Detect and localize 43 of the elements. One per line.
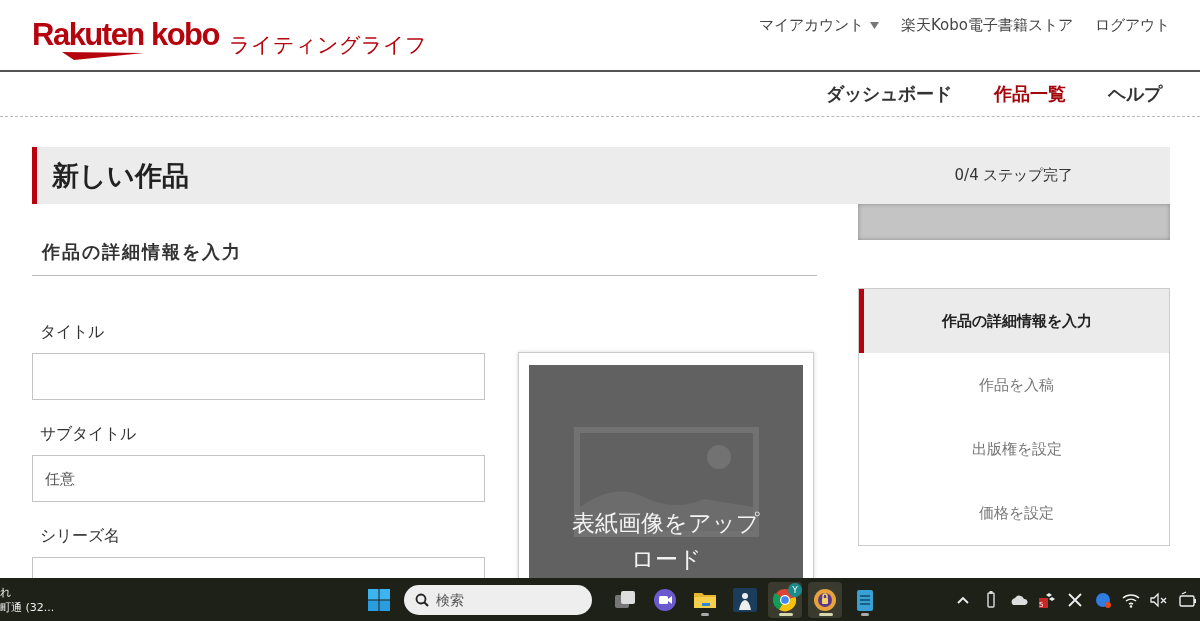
browser-icon <box>773 587 797 612</box>
weather-text: れ <box>0 584 12 600</box>
running-indicator <box>861 612 869 616</box>
field-label: シリーズ名 <box>39 526 121 547</box>
close-icon[interactable] <box>1066 590 1084 609</box>
step-count: 0/4 ステップ完了 <box>953 166 1075 185</box>
field-label: サブタイトル <box>39 424 137 445</box>
taskbar-button[interactable]: Y <box>768 581 802 618</box>
logo[interactable]: Rakuten kobo <box>32 18 219 52</box>
step-item[interactable]: 価格を設定 <box>859 481 1169 545</box>
caret-icon <box>870 22 880 29</box>
running-indicator <box>819 612 833 616</box>
input-field[interactable]: 任意 <box>32 455 485 502</box>
nav-link[interactable]: ヘルプ <box>1108 82 1162 106</box>
header-link[interactable]: ログアウト <box>1095 16 1170 35</box>
step-item[interactable]: 出版権を設定 <box>859 417 1169 481</box>
input-field[interactable] <box>32 353 485 400</box>
section-heading: 作品の詳細情報を入力 <box>32 240 817 276</box>
logo-subtitle: ライティングライフ <box>228 32 427 59</box>
step-item[interactable]: 作品の詳細情報を入力 <box>859 289 1169 353</box>
windows-start-icon[interactable] <box>368 588 390 611</box>
search-icon <box>415 592 429 607</box>
upload-label: 表紙画像をアップロード <box>571 509 761 574</box>
account-menu[interactable]: マイアカウント <box>759 16 880 35</box>
running-indicator <box>701 612 709 616</box>
running-indicator <box>779 612 793 616</box>
weather-text: 町通 (32... <box>0 599 56 615</box>
header-link[interactable]: 楽天Kobo電子書籍ストア <box>901 16 1073 35</box>
reading-figure-icon <box>733 587 757 612</box>
field-label: タイトル <box>39 322 105 343</box>
nav-link[interactable]: 作品一覧 <box>994 82 1066 106</box>
profile-badge: Y <box>788 582 802 597</box>
nav-link[interactable]: ダッシュボード <box>826 82 952 106</box>
step-item[interactable]: 作品を入稿 <box>859 353 1169 417</box>
video-camera-icon <box>653 587 677 612</box>
lock-shield-icon <box>813 587 837 612</box>
speaker-muted-icon[interactable] <box>1150 590 1168 609</box>
search-field[interactable]: 検索 <box>404 584 592 615</box>
battery-icon[interactable] <box>1178 590 1196 609</box>
taskbar-button[interactable] <box>808 581 842 618</box>
app-tray-icon <box>1038 590 1056 609</box>
page-title: 新しい作品 <box>51 158 190 193</box>
status-dot-icon[interactable] <box>1094 590 1112 609</box>
